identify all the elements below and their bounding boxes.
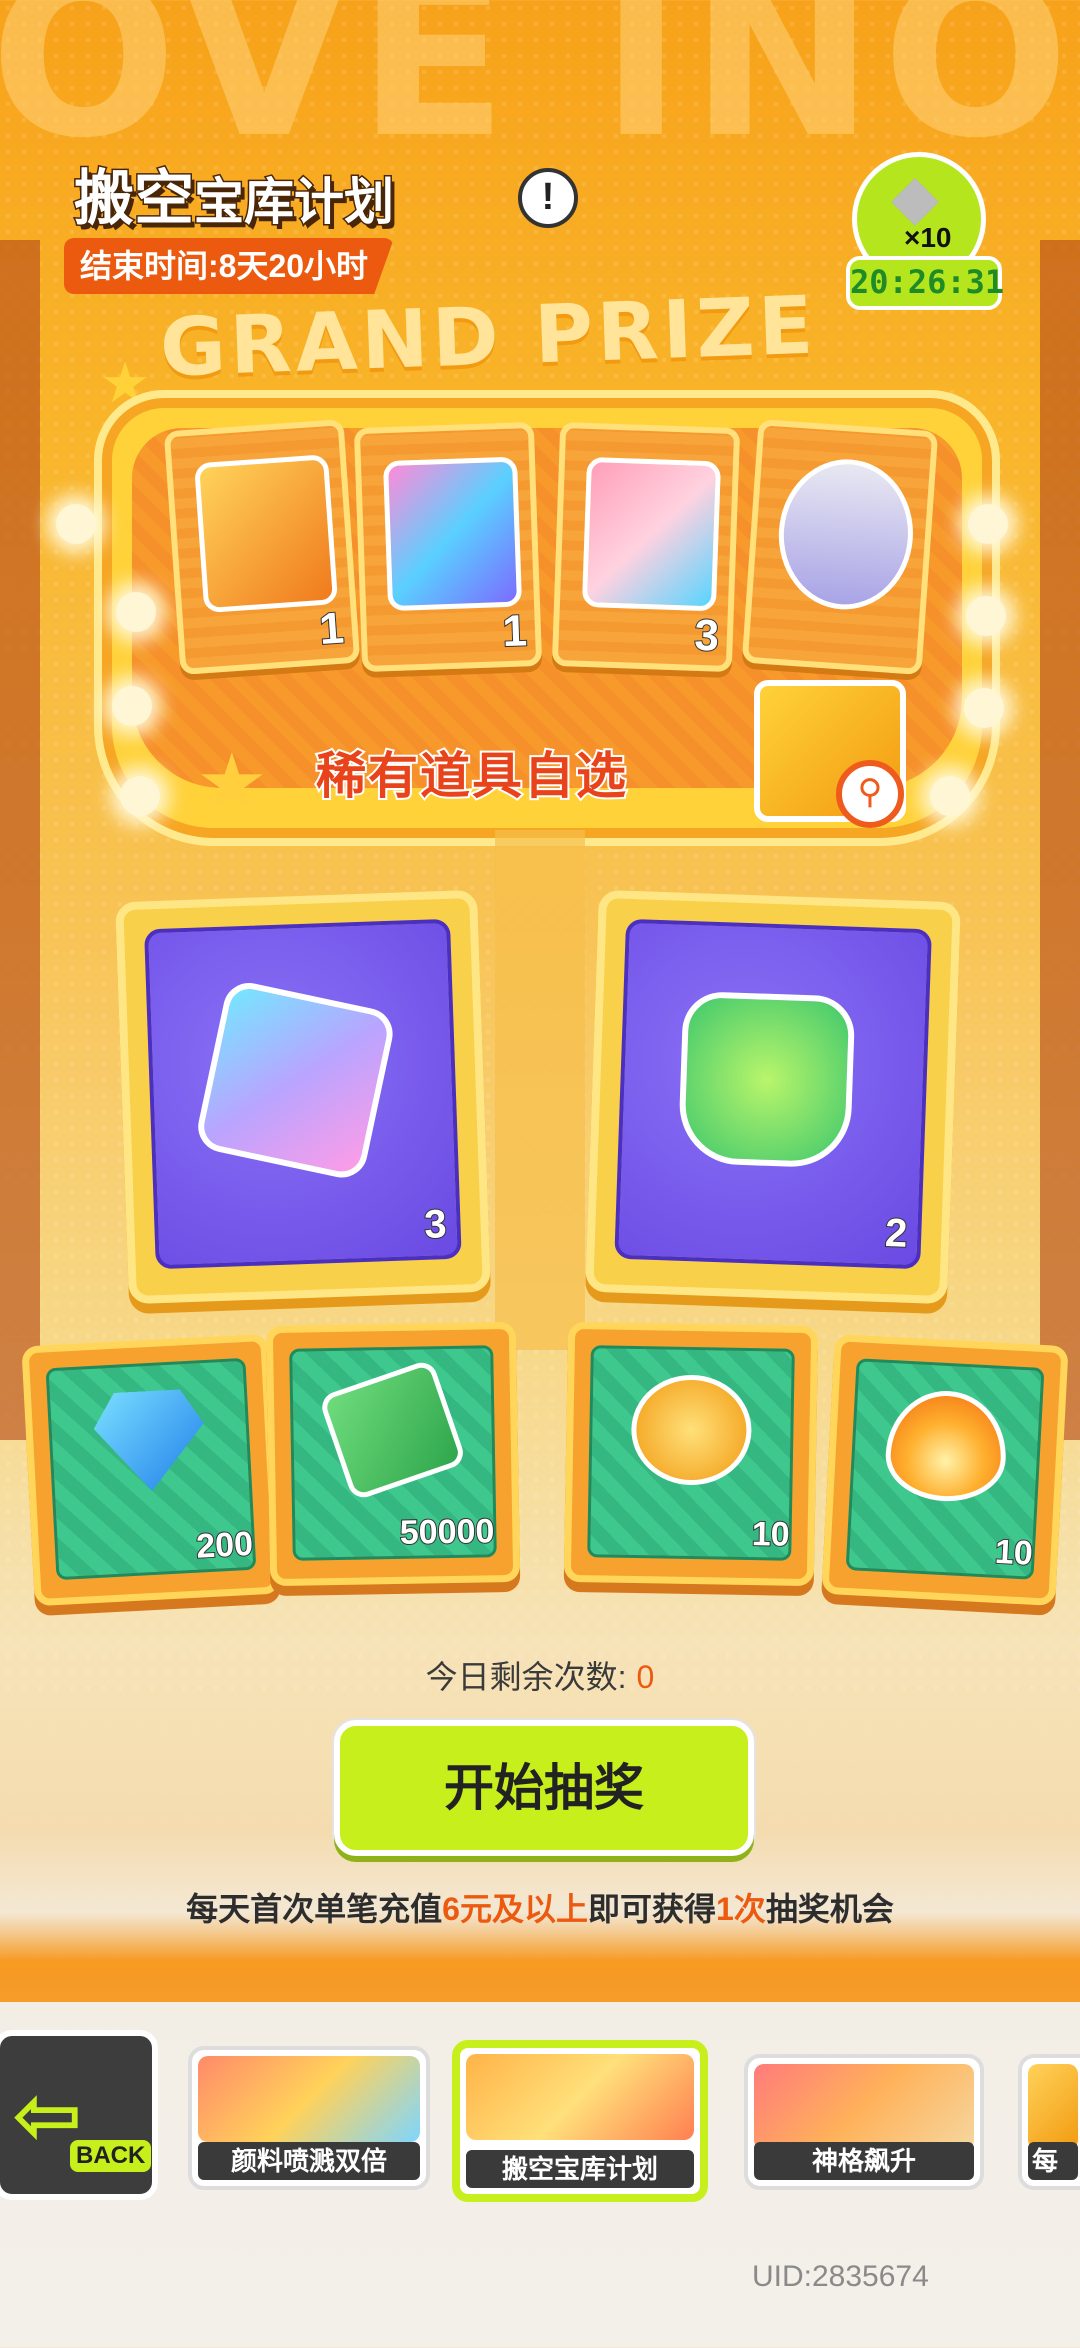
ticket-icon <box>193 978 398 1183</box>
item-count: 200 <box>194 1524 255 1567</box>
tab-label: 颜料喷溅双倍 <box>198 2142 420 2180</box>
holo-card-icon <box>382 456 523 612</box>
tab-art <box>198 2056 420 2142</box>
tab-vault-plan[interactable]: 搬空宝库计划 <box>452 2040 708 2202</box>
tab-art <box>754 2064 974 2150</box>
countdown-timer: 20:26:31 <box>846 256 1004 310</box>
back-button[interactable]: ⇦ BACK <box>0 2030 158 2200</box>
note-highlight-1: 6元及以上 <box>442 1891 588 1927</box>
light-bulb <box>112 686 152 726</box>
diamond-icon: ◆ <box>891 163 939 232</box>
item-count: 1 <box>317 603 347 656</box>
light-bulb <box>968 504 1008 544</box>
light-bulb <box>964 688 1004 728</box>
right-pillar-decor <box>1040 240 1080 1440</box>
page-title: 搬空宝库计划 <box>73 150 396 237</box>
diamond-draw-counter[interactable]: ◆ ×10 20:26:31 <box>846 152 1004 310</box>
tab-label: 每日 <box>1028 2142 1078 2186</box>
note-part-1: 每天首次单笔充值 <box>186 1891 443 1927</box>
tab-divinity-rise[interactable]: 神格飙升 <box>744 2054 984 2190</box>
item-count: 10 <box>993 1532 1035 1574</box>
note-highlight-2: 1次 <box>716 1891 766 1927</box>
grand-prize-item[interactable] <box>741 419 939 675</box>
star-decor: ★ <box>196 738 268 827</box>
item-count: 1 <box>501 605 529 657</box>
exclamation-icon: ! <box>541 176 555 218</box>
small-prize-card[interactable]: 10 <box>821 1334 1069 1606</box>
start-draw-button[interactable]: 开始抽奖 <box>334 1720 754 1856</box>
back-label: BACK <box>70 2140 152 2172</box>
cosmetic-box-icon <box>194 454 339 614</box>
tab-art <box>466 2054 694 2140</box>
tab-art <box>1028 2064 1078 2150</box>
user-id: UID:2835674 <box>752 2260 929 2293</box>
light-bulb <box>966 596 1006 636</box>
can-icon <box>773 454 918 614</box>
item-count: 2 <box>883 1210 909 1257</box>
title-rest: 宝库计划 <box>193 173 396 232</box>
rare-item-preview-button[interactable]: ⚲ <box>744 652 914 832</box>
item-count: 3 <box>423 1201 449 1248</box>
item-count: 3 <box>693 610 721 662</box>
small-prize-card[interactable]: 10 <box>563 1321 819 1587</box>
small-prize-card[interactable]: 200 <box>21 1333 281 1607</box>
small-prize-card[interactable]: 50000 <box>265 1321 521 1587</box>
grand-prize-item[interactable]: 1 <box>163 419 361 675</box>
light-bulb <box>120 776 160 816</box>
rare-item-choice-label: 稀有道具自选 <box>314 746 628 806</box>
remaining-draws: 今日剩余次数: 0 <box>0 1652 1080 1698</box>
remaining-label: 今日剩余次数: <box>425 1659 627 1695</box>
note-part-2: 即可获得 <box>587 1891 716 1927</box>
mid-prize-card[interactable]: 3 <box>115 889 491 1305</box>
diamond-multiplier: ×10 <box>904 222 952 253</box>
item-count: 50000 <box>398 1511 495 1553</box>
pink-card-icon <box>581 456 722 612</box>
grand-prize-item[interactable]: 3 <box>551 421 741 673</box>
item-count: 10 <box>750 1514 790 1555</box>
light-bulb <box>930 776 970 816</box>
info-button[interactable]: ! <box>518 168 578 228</box>
board-stand <box>495 830 585 1350</box>
tab-daily[interactable]: 每日 <box>1018 2054 1080 2190</box>
end-time-badge: 结束时间:8天20小时 <box>64 238 395 294</box>
tab-label: 神格飙升 <box>754 2142 974 2180</box>
tab-paint-splash-double[interactable]: 颜料喷溅双倍 <box>188 2046 430 2190</box>
recharge-note: 每天首次单笔充值6元及以上即可获得1次抽奖机会 <box>0 1884 1080 1930</box>
grand-prize-item[interactable]: 1 <box>353 421 543 673</box>
mid-prize-card[interactable]: 2 <box>585 889 961 1305</box>
title-emphasis: 搬空 <box>73 164 196 234</box>
light-bulb <box>56 504 96 544</box>
open-cup-icon <box>677 990 856 1169</box>
magnifier-icon: ⚲ <box>836 760 904 828</box>
note-part-3: 抽奖机会 <box>765 1891 894 1927</box>
left-pillar-decor <box>0 240 40 1440</box>
light-bulb <box>116 592 156 632</box>
remaining-value: 0 <box>636 1659 655 1695</box>
tab-label: 搬空宝库计划 <box>466 2150 694 2188</box>
